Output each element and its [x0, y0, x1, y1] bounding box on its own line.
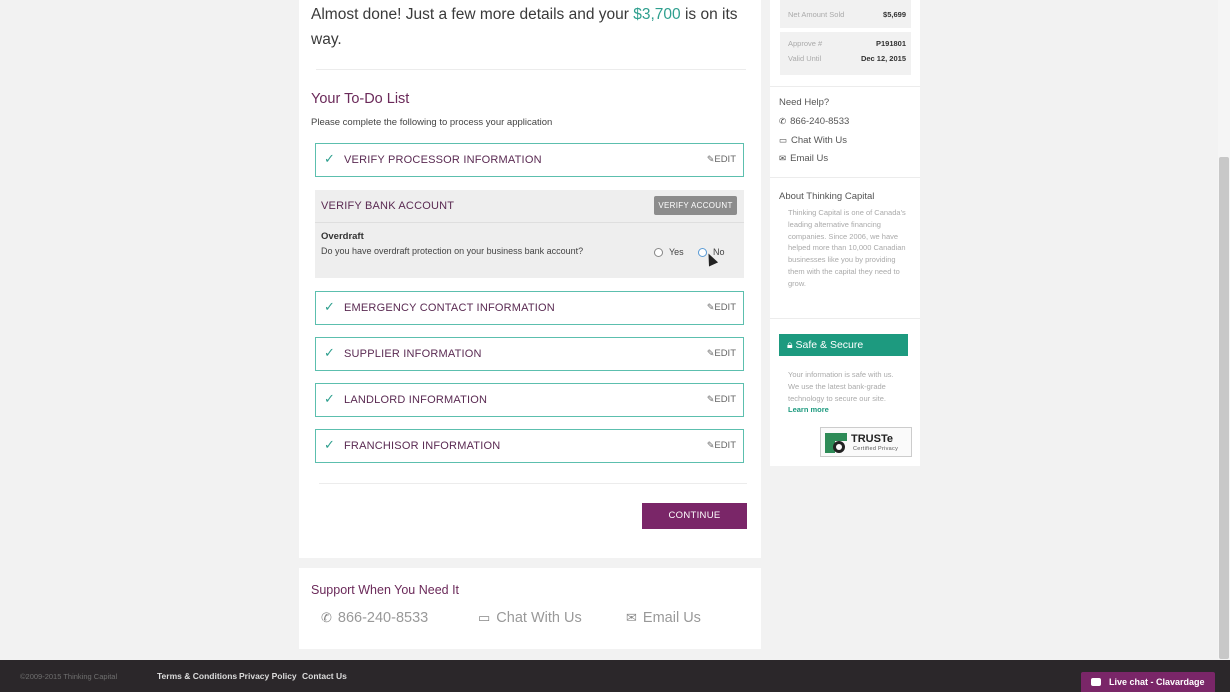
contact-link[interactable]: Contact Us — [302, 671, 347, 681]
approved-amount: $3,700 — [633, 6, 681, 23]
divider — [770, 318, 920, 319]
divider — [770, 86, 920, 87]
task-emergency-contact: ✓ EMERGENCY CONTACT INFORMATION ✎EDIT — [315, 291, 744, 325]
envelope-icon: ✉ — [626, 610, 637, 625]
secure-text: Your information is safe with us. We use… — [788, 370, 894, 415]
task-franchisor: ✓ FRANCHISOR INFORMATION ✎EDIT — [315, 429, 744, 463]
overdraft-yes-radio[interactable]: Yes — [654, 247, 684, 257]
need-help-title: Need Help? — [779, 97, 830, 108]
edit-button[interactable]: ✎EDIT — [707, 394, 736, 405]
task-label: SUPPLIER INFORMATION — [344, 348, 482, 360]
envelope-icon: ✉ — [779, 153, 787, 163]
about-title: About Thinking Capital — [779, 191, 875, 202]
valid-label: Valid Until — [788, 54, 822, 63]
verify-account-button[interactable]: VERIFY ACCOUNT — [654, 196, 737, 215]
support-chat-link[interactable]: ▭ Chat With Us — [478, 610, 582, 626]
approve-label: Approve # — [788, 39, 823, 48]
truste-title: TRUSTe — [851, 433, 893, 445]
lock-icon: 🔒︎ — [787, 339, 796, 351]
copyright: ©2009-2015 Thinking Capital — [20, 672, 118, 681]
safe-secure-badge: 🔒︎ Safe & Secure — [779, 334, 908, 356]
headline: Almost done! Just a few more details and… — [311, 6, 738, 48]
task-label: EMERGENCY CONTACT INFORMATION — [344, 302, 555, 314]
chat-icon: ▭ — [478, 610, 491, 625]
phone-icon: ✆ — [321, 610, 332, 625]
about-text: Thinking Capital is one of Canada's lead… — [788, 208, 906, 288]
valid-value: Dec 12, 2015 — [860, 54, 906, 63]
support-title: Support When You Need It — [311, 583, 460, 597]
todo-subtitle: Please complete the following to process… — [311, 117, 553, 128]
edit-button[interactable]: ✎EDIT — [707, 440, 736, 451]
divider — [319, 483, 747, 484]
edit-button[interactable]: ✎EDIT — [707, 302, 736, 313]
net-amount-label: Net Amount Sold — [788, 10, 845, 19]
approval-box: Approve # P191801 Valid Until Dec 12, 20… — [780, 32, 911, 75]
support-email-link[interactable]: ✉ Email Us — [626, 610, 701, 626]
check-icon: ✓ — [324, 151, 335, 166]
net-amount-value: $5,699 — [883, 10, 906, 19]
radio-circle[interactable] — [654, 247, 663, 257]
task-supplier: ✓ SUPPLIER INFORMATION ✎EDIT — [315, 337, 744, 371]
verify-bank-panel: VERIFY BANK ACCOUNT VERIFY ACCOUNT Overd… — [315, 190, 744, 278]
todo-title: Your To-Do List — [311, 91, 410, 107]
check-icon: ✓ — [324, 391, 335, 406]
divider — [316, 69, 746, 70]
check-icon: ✓ — [324, 345, 335, 360]
task-label: FRANCHISOR INFORMATION — [344, 440, 501, 452]
overdraft-title: Overdraft — [321, 231, 364, 242]
bank-label: VERIFY BANK ACCOUNT — [321, 200, 455, 212]
continue-button[interactable]: CONTINUE — [642, 503, 747, 529]
truste-subtitle: Certified Privacy — [853, 446, 899, 452]
chat-icon: ▭ — [779, 135, 788, 145]
sidebar: Net Amount Sold $5,699 Approve # P191801… — [770, 0, 920, 466]
truste-seal[interactable]: TRUSTe Certified Privacy — [820, 427, 912, 457]
chat-bubble-icon — [1091, 678, 1101, 686]
divider — [770, 177, 920, 178]
application-card: Almost done! Just a few more details and… — [299, 0, 761, 558]
scrollbar-thumb[interactable] — [1219, 157, 1229, 659]
help-chat-link[interactable]: ▭ Chat With Us — [779, 135, 847, 146]
edit-button[interactable]: ✎EDIT — [707, 154, 736, 165]
task-label: LANDLORD INFORMATION — [344, 394, 488, 406]
summary-box: Net Amount Sold $5,699 — [780, 0, 911, 28]
check-icon: ✓ — [324, 299, 335, 314]
live-chat-button[interactable]: Live chat - Clavardage — [1081, 672, 1215, 692]
check-icon: ✓ — [324, 437, 335, 452]
task-landlord: ✓ LANDLORD INFORMATION ✎EDIT — [315, 383, 744, 417]
help-email-link[interactable]: ✉ Email Us — [779, 153, 828, 164]
task-verify-processor: ✓ VERIFY PROCESSOR INFORMATION ✎EDIT — [315, 143, 744, 177]
privacy-link[interactable]: Privacy Policy — [239, 671, 297, 681]
edit-button[interactable]: ✎EDIT — [707, 348, 736, 359]
help-phone-link[interactable]: ✆ 866-240-8533 — [779, 116, 849, 127]
task-label: VERIFY PROCESSOR INFORMATION — [344, 154, 542, 166]
learn-more-link[interactable]: Learn more — [788, 405, 829, 414]
approve-value: P191801 — [875, 39, 906, 48]
truste-logo-icon — [823, 431, 849, 455]
support-phone-link[interactable]: ✆ 866-240-8533 — [321, 610, 428, 626]
divider — [315, 222, 744, 223]
terms-link[interactable]: Terms & Conditions — [157, 671, 237, 681]
support-card: Support When You Need It ✆ 866-240-8533 ▭… — [299, 568, 761, 649]
phone-icon: ✆ — [779, 116, 787, 126]
overdraft-question: Do you have overdraft protection on your… — [321, 246, 584, 256]
footer: ©2009-2015 Thinking Capital Terms & Cond… — [0, 660, 1230, 692]
